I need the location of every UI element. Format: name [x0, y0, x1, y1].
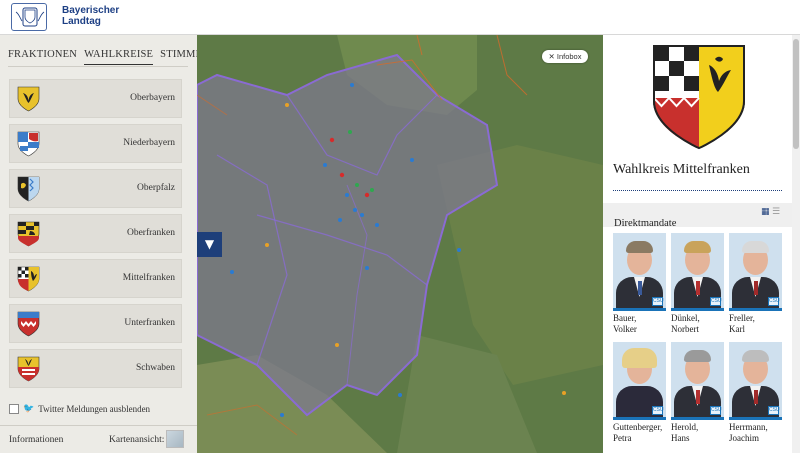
- list-view-icon[interactable]: ☰: [772, 208, 781, 217]
- twitter-toggle[interactable]: 🐦 Twitter Meldungen ausblenden: [9, 404, 150, 414]
- wahlkreis-item-oberpfalz[interactable]: Oberpfalz: [9, 169, 182, 208]
- wahlkreis-item-unterfranken[interactable]: Unterfranken: [9, 304, 182, 343]
- twitter-bird-icon: 🐦: [23, 404, 35, 414]
- sidebar: FRAKTIONEN WAHLKREISE STIMMKREISE Oberba…: [0, 35, 233, 453]
- mittelfranken-coat-of-arms-icon: [653, 45, 745, 150]
- party-badge: CSU: [652, 297, 664, 306]
- tab-wahlkreise[interactable]: WAHLKREISE: [84, 49, 154, 65]
- schwaben-crest-icon: [17, 356, 40, 382]
- party-badge: CSU: [768, 297, 780, 306]
- person-last-name: Guttenberger,: [613, 422, 663, 432]
- person-first-name: Norbert: [671, 324, 699, 334]
- wahlkreis-item-mittelfranken[interactable]: Mittelfranken: [9, 259, 182, 298]
- person-last-name: Bauer,: [613, 313, 637, 323]
- wahlkreis-label: Oberfranken: [126, 228, 175, 238]
- landtag-seal-icon[interactable]: [11, 3, 47, 31]
- wahlkreis-item-schwaben[interactable]: Schwaben: [9, 349, 182, 388]
- person-photo: CSU: [613, 342, 666, 420]
- person-photo: CSU: [729, 342, 782, 420]
- scrollbar-thumb[interactable]: [793, 39, 799, 149]
- oberfranken-crest-icon: [17, 221, 40, 247]
- person-first-name: Karl: [729, 324, 745, 334]
- person-photo: CSU: [729, 233, 782, 311]
- person-first-name: Petra: [613, 433, 632, 443]
- wahlkreis-item-oberfranken[interactable]: Oberfranken: [9, 214, 182, 253]
- wahlkreis-label: Niederbayern: [123, 138, 175, 148]
- wahlkreis-item-niederbayern[interactable]: Niederbayern: [9, 124, 182, 163]
- person-first-name: Hans: [671, 433, 690, 443]
- grid-view-icon[interactable]: ▦: [761, 208, 770, 217]
- person-last-name: Herold,: [671, 422, 699, 432]
- person-card[interactable]: CSU Freller, Karl: [729, 233, 782, 335]
- oberbayern-crest-icon: [17, 86, 40, 112]
- party-badge: CSU: [710, 406, 722, 415]
- wahlkreis-label: Mittelfranken: [122, 273, 175, 283]
- person-photo: CSU: [671, 233, 724, 311]
- tab-fraktionen[interactable]: FRAKTIONEN: [8, 49, 77, 65]
- brand-logo[interactable]: Bayerischer Landtag: [62, 5, 119, 27]
- oberpfalz-crest-icon: [17, 176, 40, 202]
- close-icon: ✕: [548, 52, 557, 61]
- map-view-thumbnail[interactable]: [166, 430, 184, 448]
- person-card[interactable]: CSU Guttenberger, Petra: [613, 342, 666, 444]
- person-last-name: Herrmann,: [729, 422, 768, 432]
- wahlkreis-title: Wahlkreis Mittelfranken: [613, 162, 750, 177]
- person-first-name: Joachim: [729, 433, 759, 443]
- infobox-label: Infobox: [556, 52, 582, 61]
- unterfranken-crest-icon: [17, 311, 40, 337]
- informationen-link[interactable]: Informationen: [9, 435, 63, 445]
- wahlkreis-label: Oberbayern: [130, 93, 175, 103]
- title-divider: [613, 190, 782, 191]
- person-first-name: Volker: [613, 324, 637, 334]
- person-card[interactable]: CSU Herrmann, Joachim: [729, 342, 782, 444]
- party-badge: CSU: [768, 406, 780, 415]
- mittelfranken-crest-icon: [17, 266, 40, 292]
- person-photo: CSU: [671, 342, 724, 420]
- wahlkreis-label: Schwaben: [135, 363, 175, 373]
- person-last-name: Dünkel,: [671, 313, 700, 323]
- person-card[interactable]: CSU Dünkel, Norbert: [671, 233, 724, 335]
- sidebar-footer: Informationen Kartenansicht:: [0, 425, 197, 453]
- twitter-checkbox[interactable]: [9, 404, 19, 414]
- wahlkreis-label: Unterfranken: [124, 318, 175, 328]
- brand-line-2: Landtag: [62, 16, 101, 27]
- top-bar: Bayerischer Landtag: [0, 0, 800, 35]
- direktmandate-title: Direktmandate: [614, 218, 677, 229]
- tabs-divider: [8, 66, 188, 67]
- party-badge: CSU: [710, 297, 722, 306]
- twitter-toggle-label: Twitter Meldungen ausblenden: [38, 404, 151, 414]
- infobox-toggle-button[interactable]: ✕ Infobox: [542, 50, 588, 63]
- person-last-name: Freller,: [729, 313, 755, 323]
- wahlkreis-label: Oberpfalz: [137, 183, 175, 193]
- person-photo: CSU: [613, 233, 666, 311]
- panel-scrollbar[interactable]: [792, 35, 800, 453]
- niederbayern-crest-icon: [17, 131, 40, 157]
- filter-icon: ▼: [204, 237, 215, 251]
- kartenansicht-label: Kartenansicht:: [109, 435, 165, 445]
- brand-line-1: Bayerischer: [62, 5, 120, 16]
- person-card[interactable]: CSU Herold, Hans: [671, 342, 724, 444]
- map-canvas[interactable]: [197, 35, 603, 453]
- wahlkreis-item-oberbayern[interactable]: Oberbayern: [9, 79, 182, 118]
- filter-button[interactable]: ▼: [197, 232, 222, 257]
- satellite-map[interactable]: [197, 35, 603, 453]
- person-card[interactable]: CSU Bauer, Volker: [613, 233, 666, 335]
- party-badge: CSU: [652, 406, 664, 415]
